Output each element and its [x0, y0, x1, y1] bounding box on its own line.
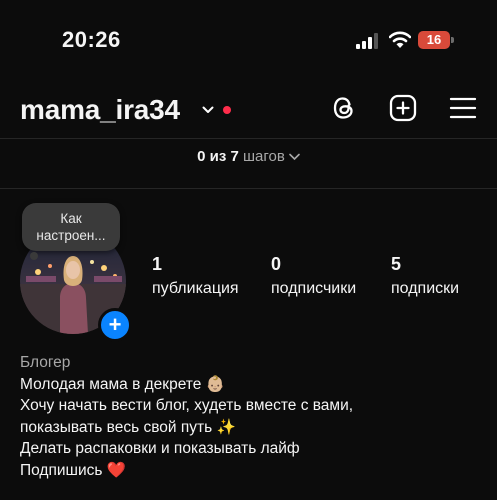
stat-followers-count: 0 [271, 254, 282, 274]
wifi-icon [389, 31, 411, 48]
notification-dot [223, 106, 231, 114]
bio-line: Молодая мама в декрете 👶🏼 [20, 375, 225, 393]
stat-following[interactable]: 5 подписки [391, 254, 459, 298]
stat-followers-label: подписчики [271, 280, 357, 297]
stat-following-count: 5 [391, 254, 402, 274]
status-bar: 20:26 16 [0, 0, 497, 80]
bio-line: Хочу начать вести блог, худеть вместе с … [20, 397, 354, 414]
battery-level: 16 [426, 32, 442, 47]
note-text-line1: Как [60, 211, 82, 226]
stat-posts[interactable]: 1 публикация [152, 254, 239, 298]
bio-category: Блогер [20, 354, 71, 371]
status-time: 20:26 [62, 27, 121, 52]
bio-line: показывать весь свой путь ✨ [20, 418, 236, 436]
menu-icon[interactable] [449, 94, 477, 122]
note-bubble[interactable]: Как настроен... [22, 203, 120, 251]
stat-following-label: подписки [391, 280, 460, 297]
plus-icon: + [108, 312, 122, 337]
profile-username[interactable]: mama_ira34 [20, 94, 180, 126]
battery-icon: 16 [418, 31, 456, 49]
chevron-down-icon [289, 153, 300, 161]
profile-header: mama_ira34 [0, 82, 497, 136]
stat-posts-count: 1 [152, 254, 163, 274]
stat-followers[interactable]: 0 подписчики [271, 254, 356, 298]
profile-bio: Блогер Молодая мама в декрете 👶🏼 Хочу на… [20, 352, 490, 481]
bio-line: Подпишись ❤️ [20, 461, 127, 479]
cellular-signal-icon [356, 33, 378, 49]
add-story-button[interactable]: + [98, 308, 132, 342]
steps-divider [0, 188, 497, 189]
steps-progress: 0 из 7 [197, 148, 239, 165]
note-bubble-tail [30, 252, 38, 260]
chevron-down-icon[interactable] [202, 105, 214, 115]
stat-posts-label: публикация [152, 280, 239, 297]
note-text-line2: настроен... [36, 228, 106, 243]
steps-label: шагов [243, 148, 285, 165]
threads-icon[interactable] [330, 94, 358, 122]
battery-nub [451, 37, 454, 43]
onboarding-steps[interactable]: 0 из 7 шагов [0, 148, 497, 165]
header-divider [0, 138, 497, 139]
create-plus-icon[interactable] [389, 94, 417, 122]
bio-line: Делать распаковки и показывать лайф [20, 440, 300, 457]
